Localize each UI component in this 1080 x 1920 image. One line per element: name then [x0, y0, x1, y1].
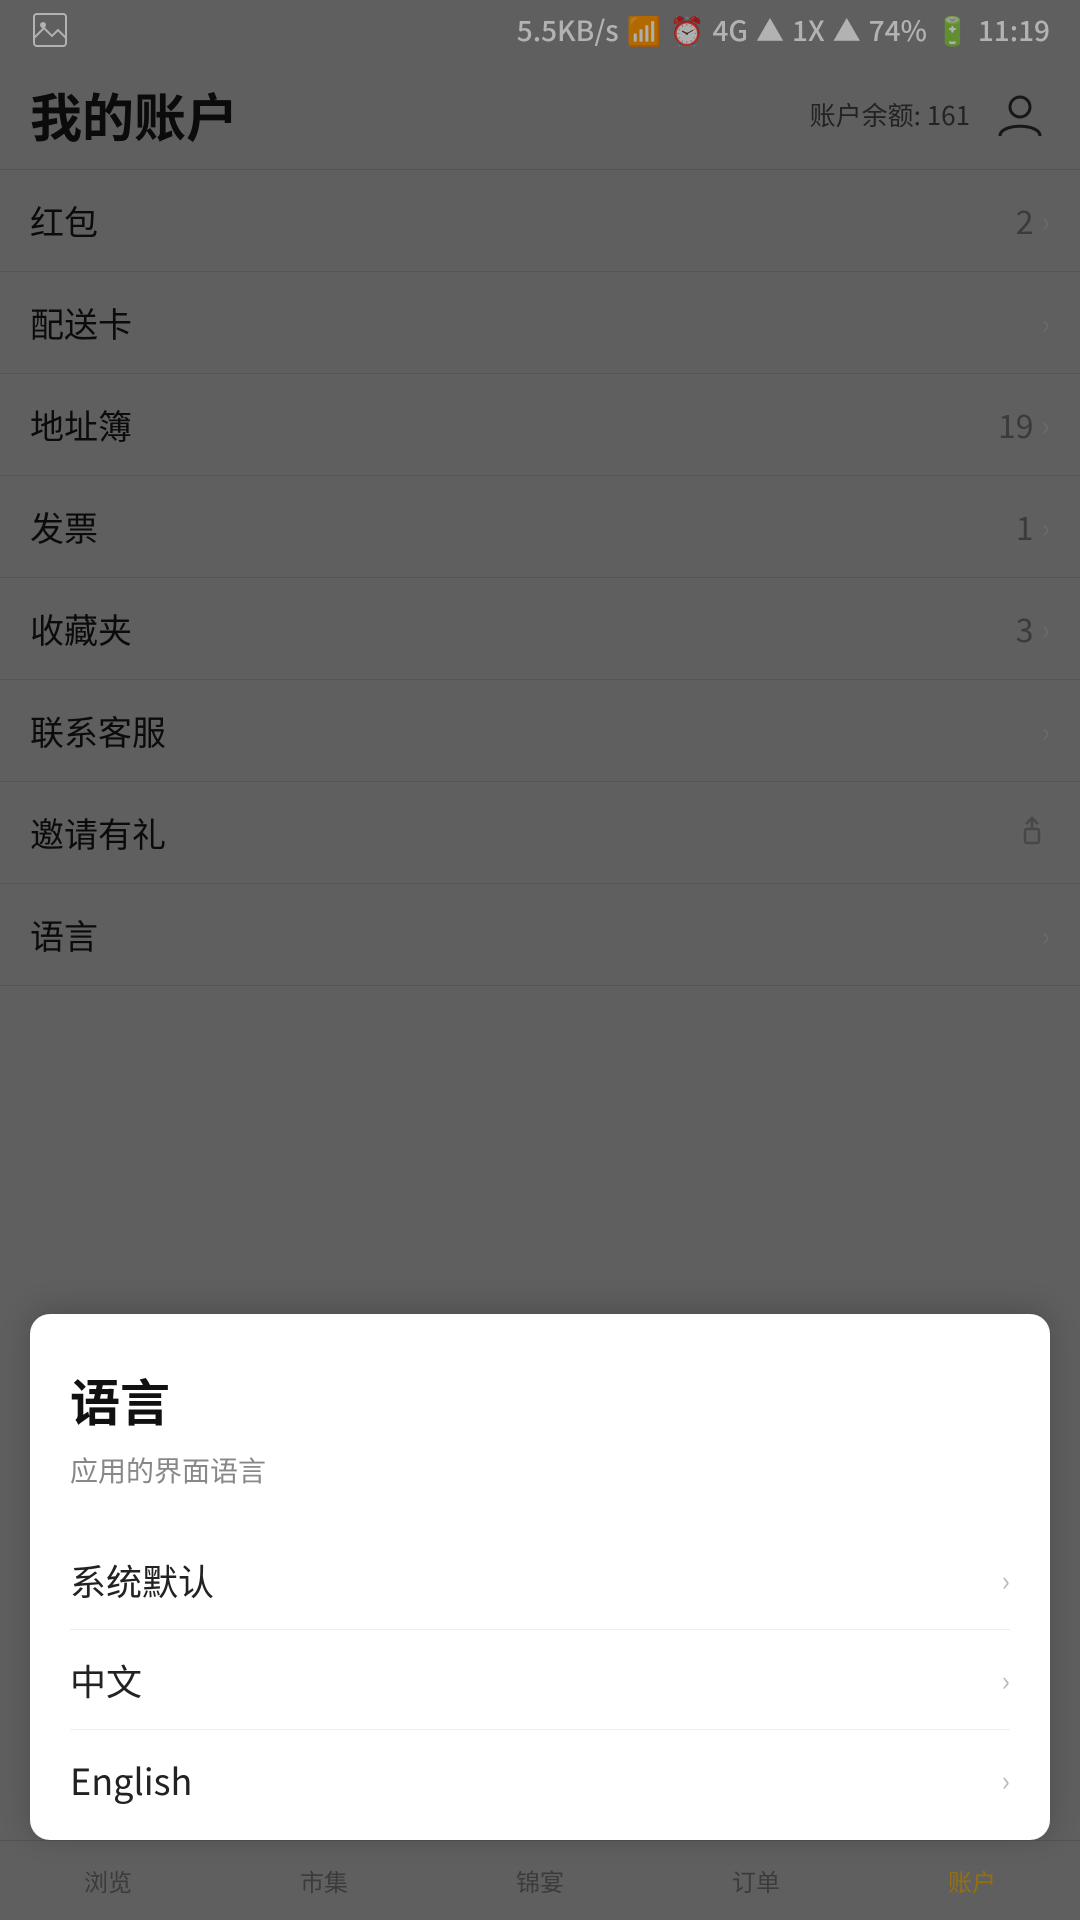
- language-modal: 语言 应用的界面语言 系统默认 › 中文 › English ›: [30, 1314, 1050, 1840]
- modal-subtitle: 应用的界面语言: [70, 1450, 1010, 1490]
- chevron-right-icon: ›: [1002, 1560, 1010, 1600]
- modal-items-list: 系统默认 › 中文 › English ›: [70, 1530, 1010, 1830]
- language-option-system[interactable]: 系统默认 ›: [70, 1530, 1010, 1630]
- language-option-label-chinese: 中文: [70, 1654, 142, 1706]
- language-option-label-system: 系统默认: [70, 1554, 214, 1606]
- language-option-label-english: English: [70, 1754, 192, 1806]
- modal-title: 语言: [70, 1364, 1010, 1436]
- chevron-right-icon: ›: [1002, 1660, 1010, 1700]
- language-option-chinese[interactable]: 中文 ›: [70, 1630, 1010, 1730]
- chevron-right-icon: ›: [1002, 1760, 1010, 1800]
- language-option-english[interactable]: English ›: [70, 1730, 1010, 1830]
